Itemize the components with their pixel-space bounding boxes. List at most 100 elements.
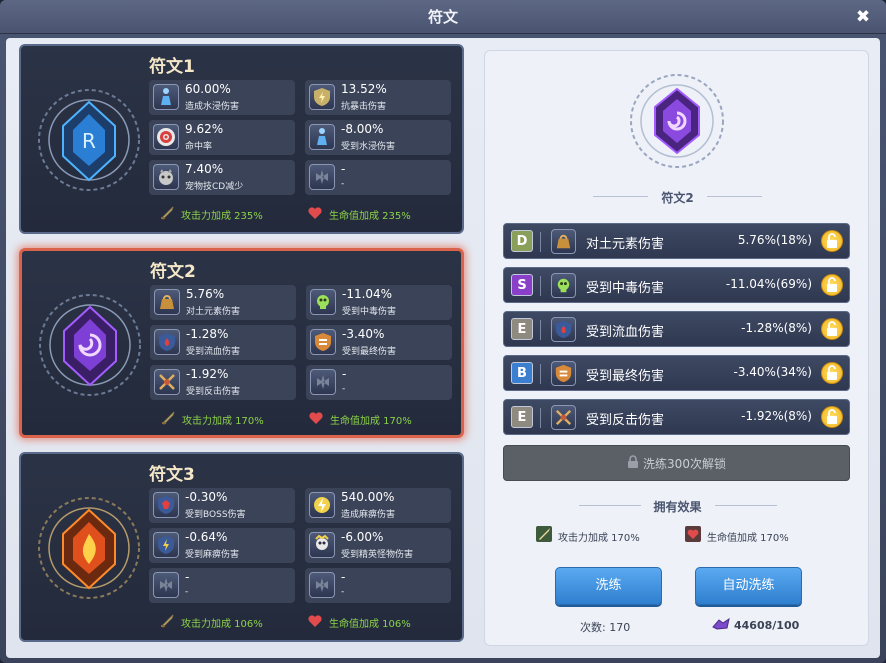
lock-toggle-button[interactable] — [821, 230, 843, 252]
attribute-row: E 受到流血伤害 -1.28%(8%) — [503, 311, 850, 347]
stat-value: -1.92% — [186, 367, 229, 381]
grade-badge: S — [511, 274, 533, 296]
stat-box: -- — [305, 160, 451, 195]
attribute-name: 对土元素伤害 — [586, 237, 665, 252]
stat-box: 60.00% 造成水浸伤害 — [149, 80, 295, 115]
atk-bonus: 攻击力加成 170% — [182, 416, 264, 427]
bleed-shield-icon — [551, 317, 576, 342]
grade-badge: E — [511, 318, 533, 340]
sword-icon — [161, 206, 174, 220]
rune-card-1[interactable]: R 符文1 60.00% 造成水浸伤害 13.52% 抗暴击伤害 9.62% 命中率 -8.… — [19, 44, 464, 234]
rune-emblem-icon: R — [38, 89, 140, 191]
attribute-value: -1.92%(8%) — [741, 409, 812, 423]
attribute-row: E 受到反击伤害 -1.92%(8%) — [503, 399, 850, 435]
stat-value: -0.30% — [185, 490, 228, 504]
stat-value: - — [341, 162, 346, 176]
stat-description: 受到最终伤害 — [342, 347, 397, 357]
heart-icon — [685, 526, 701, 542]
unlock-icon — [827, 277, 837, 292]
rune-card-3[interactable]: 符文3 -0.30% 受到BOSS伤害 540.00% 造成麻痹伤害 -0.64% 受到麻… — [19, 452, 464, 642]
stat-box: 13.52% 抗暴击伤害 — [305, 80, 451, 115]
stat-description: - — [185, 587, 189, 597]
stat-box: -0.64% 受到麻痹伤害 — [149, 528, 295, 563]
stat-value: -3.40% — [342, 327, 385, 341]
lock-icon — [627, 447, 639, 483]
card-title: 符文2 — [150, 262, 196, 282]
stat-value: - — [342, 367, 347, 381]
stat-description: 受到水浸伤害 — [341, 142, 396, 152]
stat-box: -1.92% 受到反击伤害 — [150, 365, 296, 400]
unlock-icon — [827, 365, 837, 380]
attribute-name: 受到流血伤害 — [586, 325, 665, 340]
effects-title: 拥有效果 — [653, 500, 702, 514]
card-title: 符文1 — [149, 57, 195, 77]
stat-description: - — [341, 587, 345, 597]
rune-window: 符文 ✖ R 符文1 60.00% 造成水浸伤害 13.52% 抗暴击伤害 9.62% 命… — [0, 0, 886, 663]
rune-emblem-icon — [39, 294, 141, 396]
bleed-shield-icon — [154, 329, 180, 355]
rune-emblem-icon — [38, 497, 140, 599]
stat-box: -- — [149, 568, 295, 603]
stat-value: -11.04% — [342, 287, 393, 301]
attribute-row: D 对土元素伤害 5.76%(18%) — [503, 223, 850, 259]
svg-text:R: R — [82, 129, 96, 153]
rune-emblem-icon — [630, 74, 724, 168]
stat-description: 受到精英怪物伤害 — [341, 550, 414, 560]
rune-detail-panel: 符文2 D 对土元素伤害 5.76%(18%) S 受到中毒伤害 -11.04%(69%)… — [484, 50, 869, 646]
counter-swords-icon — [154, 369, 180, 395]
unlock-icon — [827, 321, 837, 336]
unlock-label: 洗练300次解锁 — [643, 457, 726, 471]
lock-toggle-button[interactable] — [821, 274, 843, 296]
stat-description: 受到流血伤害 — [186, 347, 241, 357]
lock-toggle-button[interactable] — [821, 318, 843, 340]
heart-icon — [308, 207, 322, 219]
boss-shield-icon — [153, 492, 179, 518]
stat-box: -3.40% 受到最终伤害 — [306, 325, 452, 360]
grade-badge: E — [511, 406, 533, 428]
lock-toggle-button[interactable] — [821, 406, 843, 428]
empty-slot-icon — [309, 164, 335, 190]
card-title: 符文3 — [149, 465, 195, 485]
stat-box: -- — [306, 365, 452, 400]
sword-icon — [161, 614, 174, 628]
divider — [540, 364, 541, 384]
empty-slot-icon — [309, 572, 335, 598]
stat-box: 5.76% 对土元素伤害 — [150, 285, 296, 320]
divider — [540, 276, 541, 296]
hp-bonus: 生命值加成 106% — [329, 619, 411, 630]
stat-box: -11.04% 受到中毒伤害 — [306, 285, 452, 320]
atk-bonus: 攻击力加成 235% — [181, 211, 263, 222]
stat-value: 540.00% — [341, 490, 395, 504]
attribute-value: -3.40%(34%) — [733, 365, 813, 379]
attribute-value: -11.04%(69%) — [725, 277, 812, 291]
heart-icon — [308, 615, 322, 627]
stat-value: 13.52% — [341, 82, 387, 96]
sword-icon — [536, 526, 552, 542]
stat-description: 受到BOSS伤害 — [185, 510, 246, 520]
window-title: 符文 — [0, 0, 886, 34]
final-shield-icon — [551, 361, 576, 386]
close-icon[interactable]: ✖ — [854, 8, 872, 26]
stat-description: - — [341, 179, 345, 189]
stat-value: -8.00% — [341, 122, 384, 136]
stat-box: -- — [305, 568, 451, 603]
lock-toggle-button[interactable] — [821, 362, 843, 384]
stat-value: -0.64% — [185, 530, 228, 544]
earth-bag-icon — [154, 289, 180, 315]
rune-card-2[interactable]: 符文2 5.76% 对土元素伤害 -11.04% 受到中毒伤害 -1.28% 受到流血伤害… — [19, 248, 464, 438]
poison-skull-icon — [310, 289, 336, 315]
heart-icon — [309, 412, 323, 424]
currency-amount: 44608/100 — [734, 619, 800, 632]
stat-description: 受到中毒伤害 — [342, 307, 397, 317]
water-figure-icon — [309, 124, 335, 150]
unlock-icon — [827, 409, 837, 424]
auto-refine-button[interactable]: 自动洗练 — [695, 567, 802, 605]
content-area: R 符文1 60.00% 造成水浸伤害 13.52% 抗暴击伤害 9.62% 命中率 -8.… — [6, 38, 880, 658]
poison-skull-icon — [551, 273, 576, 298]
attribute-row: B 受到最终伤害 -3.40%(34%) — [503, 355, 850, 391]
empty-slot-icon — [310, 369, 336, 395]
refine-button[interactable]: 洗练 — [555, 567, 662, 605]
atk-bonus: 攻击力加成 106% — [181, 619, 263, 630]
sword-icon — [162, 411, 175, 425]
target-icon — [153, 124, 179, 150]
